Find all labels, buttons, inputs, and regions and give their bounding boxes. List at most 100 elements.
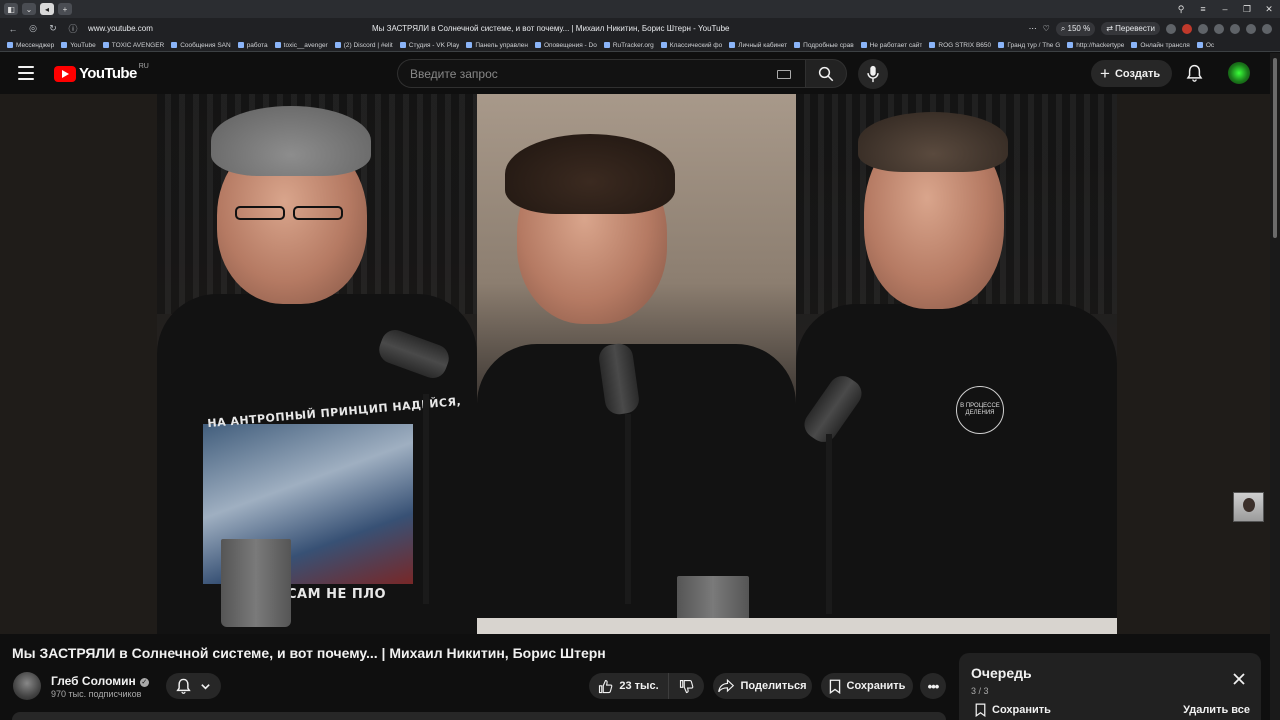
bookmark-icon <box>975 703 986 717</box>
shield-icon[interactable]: ◎ <box>26 23 40 34</box>
dislike-button[interactable] <box>669 673 704 699</box>
extension-icon[interactable] <box>1246 23 1256 34</box>
bookmark-favicon-icon <box>61 42 68 48</box>
video-title: Мы ЗАСТРЯЛИ в Солнечной системе, и вот п… <box>12 645 606 661</box>
bookmark-favicon-icon <box>860 42 867 48</box>
keyboard-icon[interactable] <box>777 70 791 79</box>
queue-save-label: Сохранить <box>992 704 1051 716</box>
bookmark-item[interactable]: Ос <box>1196 42 1214 49</box>
bookmark-item[interactable]: Студия - VK Play <box>399 42 459 49</box>
search-input[interactable] <box>398 66 758 81</box>
active-tab[interactable]: ◂ <box>40 3 54 15</box>
bookmark-item[interactable]: Классический фо <box>660 42 722 49</box>
subscription-bell-button[interactable] <box>166 673 221 699</box>
zoom-value: 150 % <box>1067 23 1091 33</box>
bookmark-label: Подробные срав <box>803 41 854 49</box>
bookmark-item[interactable]: Подробные срав <box>794 42 854 49</box>
bookmark-favicon-icon <box>1067 42 1074 48</box>
voice-search-button[interactable] <box>858 59 888 89</box>
bookmark-icon[interactable]: ♡ <box>1043 24 1050 33</box>
bookmark-favicon-icon <box>237 42 244 48</box>
extension-icon[interactable] <box>1214 23 1224 34</box>
bookmark-item[interactable]: Онлайн трансля <box>1131 42 1190 49</box>
pin-icon[interactable]: ⚲ <box>1170 0 1192 18</box>
more-horizontal-icon: ••• <box>927 678 940 694</box>
page-scrollbar[interactable] <box>1270 53 1280 720</box>
bookmark-label: Личный кабинет <box>738 41 788 49</box>
bookmark-item[interactable]: Панель управлен <box>466 42 528 49</box>
queue-close-button[interactable] <box>1231 671 1247 687</box>
site-info-icon[interactable]: ⓘ <box>66 22 80 35</box>
bookmark-item[interactable]: Оповещения - Do <box>534 42 597 49</box>
queue-clear-button[interactable]: Удалить все <box>1183 704 1250 716</box>
bookmark-item[interactable]: YouTube <box>61 42 96 49</box>
bookmark-favicon-icon <box>729 42 736 48</box>
bookmark-favicon-icon <box>1196 42 1203 48</box>
translate-button[interactable]: ⇄ Перевести <box>1101 22 1160 35</box>
back-icon[interactable]: ← <box>6 24 20 34</box>
bell-icon <box>176 678 191 694</box>
description-box[interactable] <box>12 712 946 720</box>
zoom-search-icon: ⌕ <box>1060 23 1068 33</box>
extension-icon[interactable] <box>1166 23 1176 34</box>
youtube-logo[interactable]: YouTube RU <box>54 63 149 82</box>
paper-cup <box>221 539 291 627</box>
verified-icon: ✓ <box>139 677 149 687</box>
reload-icon[interactable]: ↻ <box>46 23 60 34</box>
share-button[interactable]: Поделиться <box>713 673 812 699</box>
bookmark-item[interactable]: toxic__avenger <box>274 42 328 49</box>
search-button[interactable] <box>805 59 847 88</box>
queue-save-button[interactable]: Сохранить <box>975 703 1051 717</box>
url-field[interactable]: www.youtube.com <box>88 24 338 33</box>
settings-icon[interactable]: ≡ <box>1192 0 1214 18</box>
bookmark-item[interactable]: Сообщения SAN <box>171 42 231 49</box>
bookmark-item[interactable]: RuTracker.org <box>603 42 654 49</box>
translate-label: Перевести <box>1115 24 1155 33</box>
save-to-playlist-button[interactable]: Сохранить <box>821 673 913 699</box>
minimize-button[interactable]: – <box>1214 0 1236 18</box>
more-actions-button[interactable]: ••• <box>920 673 946 699</box>
logo-text: YouTube <box>79 65 137 82</box>
region-code: RU <box>138 63 149 70</box>
browser-tab-icon[interactable]: ◧ <box>4 3 18 15</box>
notifications-button[interactable] <box>1183 62 1205 84</box>
bookmark-item[interactable]: Личный кабинет <box>729 42 787 49</box>
extension-icon[interactable] <box>1182 23 1192 34</box>
like-button[interactable]: 23 тыс. <box>589 673 669 699</box>
bookmark-item[interactable]: http://hackertype <box>1067 42 1124 49</box>
bookmark-favicon-icon <box>660 42 667 48</box>
account-avatar[interactable] <box>1228 62 1250 84</box>
share-label: Поделиться <box>740 680 807 692</box>
shirt-text-bottom: САМ НЕ ПЛО <box>287 587 387 602</box>
tab-dropdown-icon[interactable]: ⌄ <box>22 3 36 15</box>
bookmark-item[interactable]: Не работает сайт <box>860 42 922 49</box>
channel-name-text: Глеб Соломин <box>51 674 136 688</box>
bookmark-item[interactable]: TOXIC AVENGER <box>102 42 164 49</box>
new-tab-button[interactable]: + <box>58 3 72 15</box>
menu-icon[interactable] <box>18 66 34 80</box>
extension-icon[interactable] <box>1198 23 1208 34</box>
bookmark-favicon-icon <box>7 42 13 48</box>
restore-button[interactable]: ❐ <box>1236 0 1258 18</box>
close-window-button[interactable]: ✕ <box>1258 0 1280 18</box>
bookmark-item[interactable]: ROG STRIX B650E <box>929 42 991 49</box>
scrollbar-thumb[interactable] <box>1273 58 1277 238</box>
channel-name[interactable]: Глеб Соломин ✓ <box>51 674 149 688</box>
create-button[interactable]: + Создать <box>1091 60 1173 87</box>
video-player[interactable]: НА АНТРОПНЫЙ ПРИНЦИП НАДЕЙСЯ, САМ НЕ ПЛО… <box>0 94 1270 634</box>
channel-avatar[interactable] <box>13 672 41 700</box>
more-icon[interactable]: ⋯ <box>1029 24 1037 33</box>
bookmark-item[interactable]: Гранд тур / The G <box>998 42 1060 49</box>
bookmark-label: Мессенджер <box>16 41 55 49</box>
bookmark-label: YouTube <box>70 41 96 49</box>
bookmark-favicon-icon <box>534 42 541 48</box>
bookmark-item[interactable]: (2) Discord | #elit <box>334 42 393 49</box>
window-controls: ⚲ ≡ – ❐ ✕ <box>1170 0 1280 18</box>
bookmark-item[interactable]: Мессенджер <box>7 42 54 49</box>
extension-icon[interactable] <box>1262 23 1272 34</box>
thumbs-down-icon <box>679 679 694 693</box>
bookmark-item[interactable]: работа <box>237 42 268 49</box>
miniplayer-thumbnail[interactable] <box>1233 492 1264 522</box>
zoom-indicator[interactable]: ⌕ 150 % <box>1055 21 1096 36</box>
extension-icon[interactable] <box>1230 23 1240 34</box>
